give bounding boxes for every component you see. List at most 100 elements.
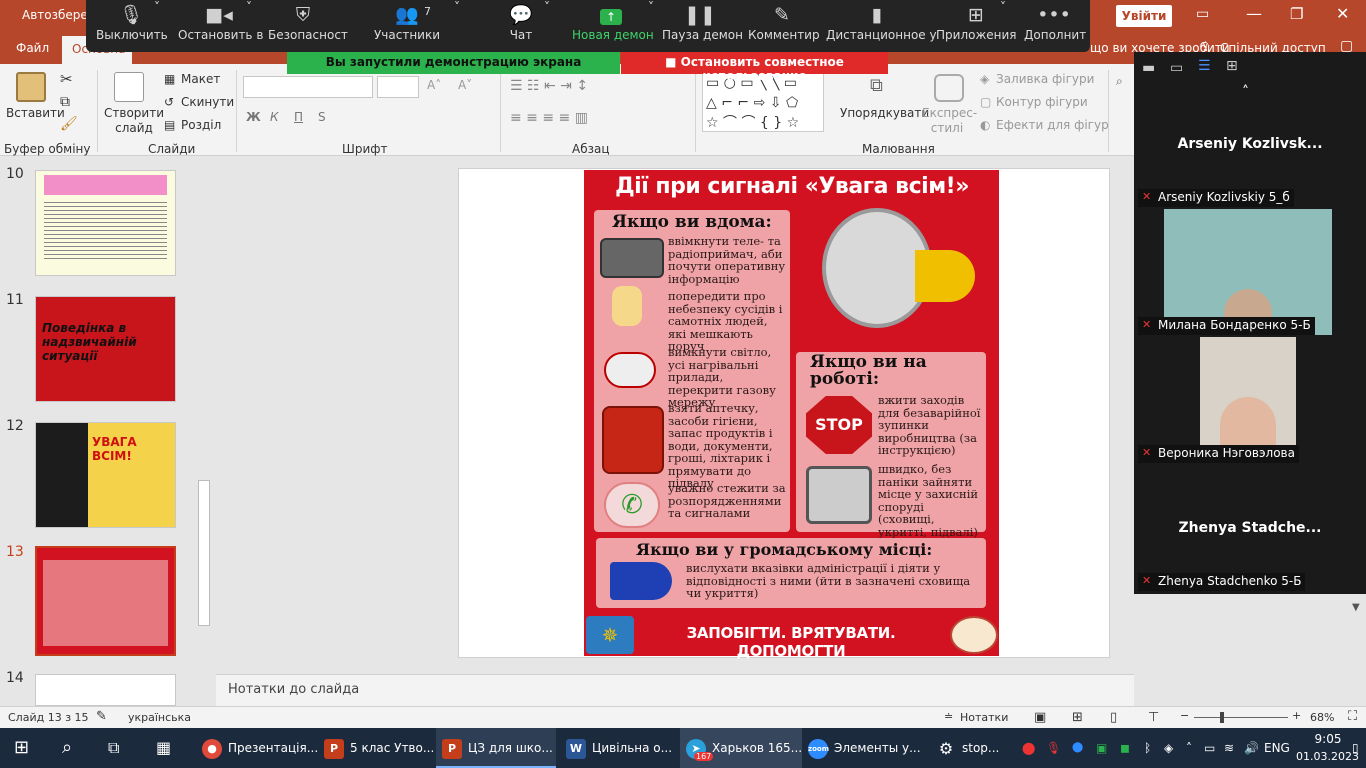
language-label[interactable]: українська — [128, 711, 191, 724]
chevron-down-icon[interactable]: ˅ — [544, 0, 550, 52]
shape-fill-button[interactable]: Заливка фігури — [996, 72, 1094, 86]
minimize-icon[interactable]: — — [1246, 4, 1262, 23]
reading-view-icon[interactable]: ▯ — [1110, 710, 1117, 725]
bluetooth-icon[interactable]: ᛒ — [1144, 728, 1151, 768]
slide-thumbnail-14[interactable] — [35, 674, 176, 706]
wifi-icon[interactable]: ≋ — [1224, 728, 1234, 768]
zoom-slider[interactable] — [1194, 717, 1288, 718]
slide-thumbnail-10[interactable] — [35, 170, 176, 276]
slide-thumbnail-13-selected[interactable] — [35, 546, 176, 656]
scrollbar-thumb[interactable] — [198, 480, 210, 626]
decrease-font-icon[interactable]: A˅ — [458, 78, 472, 92]
zoom-in-icon[interactable]: + — [1292, 709, 1301, 722]
clock-time[interactable]: 9:05 — [1302, 732, 1354, 746]
remote-control-button[interactable]: ▮ Дистанционное у — [826, 0, 937, 52]
tray-green-icon[interactable]: ▣ — [1096, 728, 1107, 768]
close-icon[interactable]: ✕ — [1336, 4, 1349, 23]
spellcheck-icon[interactable]: ✎ — [96, 709, 107, 724]
chevron-down-icon[interactable]: ˅ — [154, 0, 160, 52]
scroll-down-icon[interactable]: ▼ — [1352, 602, 1360, 613]
participants-button[interactable]: 👥 Участники — [372, 0, 442, 52]
section-icon[interactable]: ▤ — [164, 118, 175, 132]
taskbar-app-zoom[interactable]: zoom Элементы у... — [806, 728, 926, 768]
shape-outline-button[interactable]: Контур фігури — [996, 95, 1088, 109]
new-slide-button[interactable]: Створити слайд — [104, 106, 164, 136]
copy-icon[interactable]: ⧉ — [60, 94, 70, 110]
layout-button[interactable]: Макет — [181, 72, 220, 86]
chevron-up-icon[interactable]: ˄ — [1242, 84, 1249, 100]
quick-styles-button[interactable]: Експрес-стилі — [922, 106, 977, 136]
tray-zoom-icon[interactable]: ⬤ — [1072, 728, 1083, 768]
new-slide-icon[interactable] — [114, 72, 144, 102]
volume-icon[interactable]: 🔊 — [1244, 728, 1259, 768]
zoom-level[interactable]: 68% — [1310, 711, 1334, 724]
fit-slide-icon[interactable]: ⛶ — [1348, 709, 1357, 724]
chevron-down-icon[interactable]: ˅ — [1000, 0, 1006, 52]
windows-start-icon[interactable]: ⊞ — [14, 728, 29, 768]
notes-pane[interactable]: Нотатки до слайда — [216, 674, 1134, 706]
notifications-icon[interactable]: ▯ — [1352, 728, 1359, 768]
taskbar-app-powerpoint-active[interactable]: P ЦЗ для шко... — [436, 728, 556, 768]
italic-button[interactable]: К — [270, 110, 279, 124]
grid-view-icon[interactable]: ⊞ — [1226, 58, 1238, 74]
gallery-view-icon[interactable]: ☰ — [1198, 58, 1211, 74]
shape-fill-icon[interactable]: ◈ — [980, 72, 989, 86]
maximize-icon[interactable]: ❐ — [1290, 5, 1303, 23]
chevron-down-icon[interactable]: ˅ — [246, 0, 252, 52]
format-painter-icon[interactable]: 🖌 — [60, 116, 78, 132]
clock-date[interactable]: 01.03.2023 — [1296, 750, 1359, 763]
slide-thumbnail-11[interactable]: Поведінка в надзвичайній ситуації — [35, 296, 176, 402]
shape-effects-button[interactable]: Ефекти для фігур — [996, 118, 1109, 132]
notes-toggle[interactable]: Нотатки — [960, 711, 1008, 724]
slideshow-icon[interactable]: ⊤ — [1148, 710, 1159, 725]
stop-share-button[interactable]: ■ Остановить совместное использование — [621, 52, 888, 83]
strikethrough-button[interactable]: S — [318, 110, 326, 124]
bold-button[interactable]: Ж — [246, 110, 261, 124]
normal-view-icon[interactable]: ▣ — [1034, 710, 1046, 725]
shape-effects-icon[interactable]: ◐ — [980, 118, 990, 132]
slide-sorter-icon[interactable]: ⊞ — [1072, 710, 1083, 725]
new-share-button[interactable]: ↑ Новая демон — [572, 0, 654, 52]
pause-share-button[interactable]: ❚❚ Пауза демон — [662, 0, 743, 52]
sign-in-button[interactable]: Увійти — [1116, 5, 1172, 27]
zoom-out-icon[interactable]: − — [1180, 709, 1189, 722]
taskbar-app-telegram[interactable]: ➤ Харьков 165... — [680, 728, 802, 768]
minimize-gallery-icon[interactable]: ▬ — [1142, 60, 1155, 76]
section-button[interactable]: Розділ — [181, 118, 221, 132]
tray-app-icon[interactable]: ◈ — [1164, 728, 1173, 768]
align-icon[interactable]: ≡ ≡ ≡ ≡ ▥ — [510, 110, 588, 126]
annotate-button[interactable]: ✎ Комментир — [748, 0, 820, 52]
arrange-icon[interactable]: ⧉ — [870, 75, 883, 96]
chevron-down-icon[interactable]: ˅ — [454, 0, 460, 52]
paste-button[interactable]: Вставити — [6, 106, 65, 120]
reset-icon[interactable]: ↺ — [164, 95, 174, 109]
search-icon[interactable]: ⌕ — [62, 728, 72, 768]
more-button[interactable]: ••• Дополнит — [1024, 0, 1086, 52]
layout-icon[interactable]: ▦ — [164, 72, 175, 86]
notes-icon[interactable]: ≐ — [944, 710, 953, 723]
chat-button[interactable]: 💬 Чат — [496, 0, 546, 52]
security-button[interactable]: ⛨ Безопасност — [268, 0, 348, 52]
underline-button[interactable]: П — [294, 110, 303, 124]
taskbar-app-chrome[interactable]: ● Презентація... — [196, 728, 318, 768]
chevron-down-icon[interactable]: ˅ — [648, 0, 654, 52]
ribbon-display-icon[interactable]: ▭ — [1196, 6, 1209, 22]
taskbar-app-powerpoint[interactable]: P5 клас Утво... — [318, 728, 434, 768]
tray-mic-icon[interactable]: 🎙 — [1046, 728, 1061, 768]
paste-icon[interactable] — [16, 72, 46, 102]
bullets-icon[interactable]: ☰ ☷ ⇤ ⇥ ↕ — [510, 78, 588, 94]
cut-icon[interactable]: ✂ — [60, 70, 73, 88]
battery-icon[interactable]: ▭ — [1204, 728, 1215, 768]
task-view-icon[interactable]: ⧉ — [108, 728, 119, 768]
tray-shield-icon[interactable]: ◼ — [1120, 728, 1130, 768]
tray-record-icon[interactable]: ⬤ — [1022, 728, 1035, 768]
arrange-button[interactable]: Упорядкувати — [840, 106, 929, 120]
increase-font-icon[interactable]: A˄ — [427, 78, 441, 92]
slide-thumbnail-12[interactable]: УВАГА ВСІМ! — [35, 422, 176, 528]
language-indicator[interactable]: ENG — [1264, 728, 1290, 768]
taskbar-app-word[interactable]: W Цивільна о... — [560, 728, 676, 768]
quick-styles-icon[interactable] — [934, 74, 964, 102]
font-name-input[interactable] — [243, 76, 373, 98]
shape-outline-icon[interactable]: ▢ — [980, 95, 991, 109]
tray-chevron-icon[interactable]: ˄ — [1186, 728, 1192, 768]
